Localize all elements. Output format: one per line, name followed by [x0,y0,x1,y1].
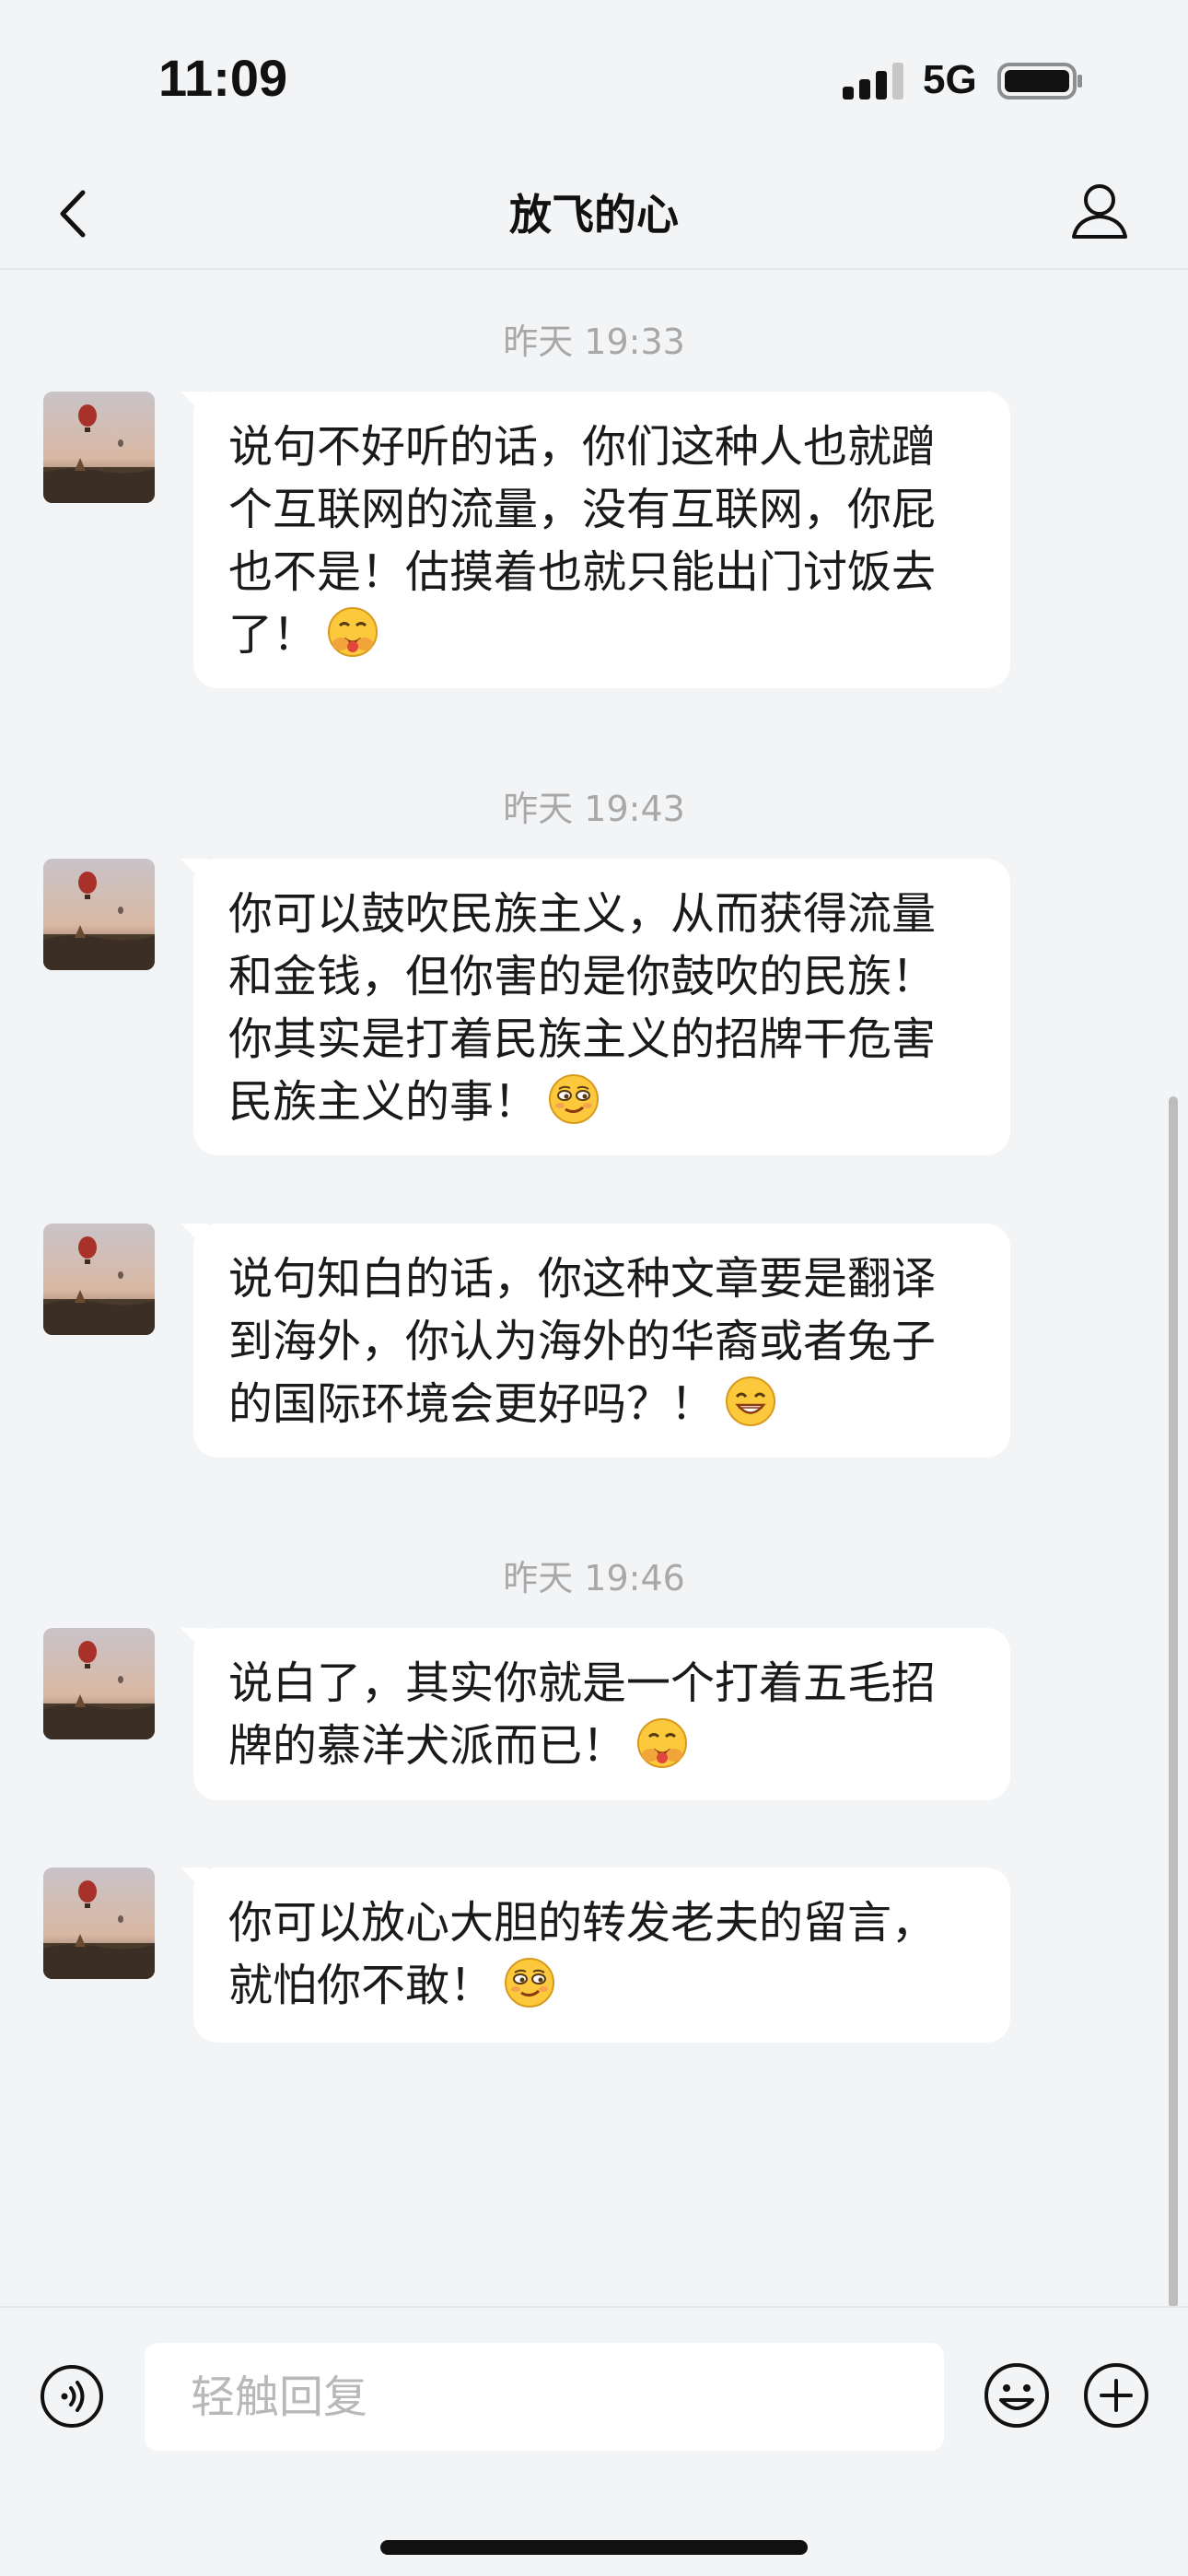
battery-icon [997,63,1082,100]
smirk-face-emoji-icon [549,1074,600,1124]
hugging-face-emoji-icon [328,607,379,657]
balloon-photo-icon [43,859,155,970]
avatar[interactable] [43,859,155,970]
balloon-photo-icon [43,392,155,503]
hugging-face-emoji-icon [637,1718,688,1768]
balloon-photo-icon [43,1224,155,1335]
status-bar: 11:09 5G [0,0,1188,161]
message-bubble[interactable]: 你可以鼓吹民族主义，从而获得流量和金钱，但你害的是你鼓吹的民族！你其实是打着民族… [193,859,1010,1155]
chat-title: 放飞的心 [509,190,679,240]
status-time: 11:09 [158,49,288,107]
avatar[interactable] [43,1628,155,1739]
nav-bar: 放飞的心 [0,161,1188,270]
message-timestamp: 昨天 19:33 [503,322,685,362]
avatar[interactable] [43,1868,155,1979]
smirk-face-emoji-icon [505,1958,555,2008]
message-bubble[interactable]: 你可以放心大胆的转发老夫的留言，就怕你不敢！ [193,1868,1010,2043]
home-indicator[interactable] [380,2540,808,2555]
plus-icon[interactable] [1082,2361,1150,2430]
emoji-icon[interactable] [983,2361,1051,2430]
avatar[interactable] [43,392,155,503]
composer-bar [0,2306,1188,2576]
message-text: 说白了，其实你就是一个打着五毛招牌的慕洋犬派而已！ [228,1657,937,1772]
scrollbar[interactable] [1169,1096,1178,2308]
message-timestamp: 昨天 19:46 [503,1558,685,1598]
network-label: 5G [923,57,977,102]
profile-icon[interactable] [1068,178,1131,244]
message-text: 说句知白的话，你这种文章要是翻译到海外，你认为海外的华裔或者兔子的国际环境会更好… [228,1253,937,1430]
balloon-photo-icon [43,1628,155,1739]
voice-icon[interactable] [39,2363,105,2430]
balloon-photo-icon [43,1868,155,1979]
signal-icon [843,63,903,100]
avatar[interactable] [43,1224,155,1335]
grinning-face-emoji-icon [726,1376,776,1426]
message-bubble[interactable]: 说句不好听的话，你们这种人也就蹭个互联网的流量，没有互联网，你屁也不是！估摸着也… [193,392,1010,688]
message-text: 你可以放心大胆的转发老夫的留言，就怕你不敢！ [228,1897,937,2011]
reply-input[interactable] [145,2343,944,2451]
message-bubble[interactable]: 说白了，其实你就是一个打着五毛招牌的慕洋犬派而已！ [193,1628,1010,1800]
message-bubble[interactable]: 说句知白的话，你这种文章要是翻译到海外，你认为海外的华裔或者兔子的国际环境会更好… [193,1224,1010,1458]
message-timestamp: 昨天 19:43 [503,789,685,829]
